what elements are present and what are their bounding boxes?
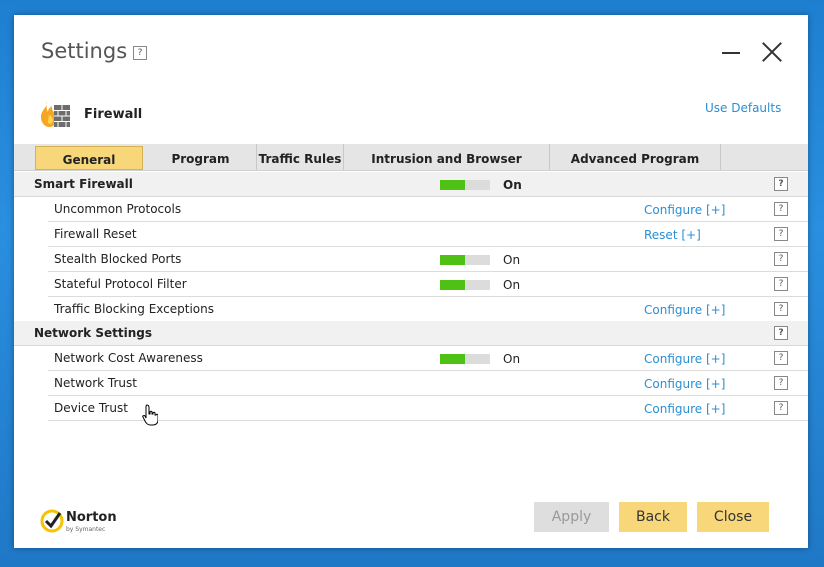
settings-window: Settings ? Firewall Use Defaults General… (14, 15, 808, 548)
help-icon[interactable]: ? (774, 252, 788, 266)
row-label: Stealth Blocked Ports (54, 252, 182, 266)
help-icon[interactable]: ? (774, 326, 788, 340)
section-label: Smart Firewall (34, 177, 133, 191)
hand-cursor-icon (142, 404, 158, 426)
row-traffic-blocking-exceptions: Traffic Blocking Exceptions Configure [+… (48, 297, 808, 322)
stealth-blocked-ports-toggle[interactable] (440, 255, 490, 265)
window-title: Settings (41, 39, 128, 63)
toggle-state: On (503, 178, 522, 192)
toggle-state: On (503, 278, 521, 292)
row-uncommon-protocols: Uncommon Protocols Configure [+] ? (48, 197, 808, 222)
configure-link[interactable]: Configure [+] (644, 303, 725, 317)
section-label: Network Settings (34, 326, 152, 340)
configure-link[interactable]: Configure [+] (644, 377, 725, 391)
reset-link[interactable]: Reset [+] (644, 228, 701, 242)
toggle-fill (440, 255, 465, 265)
help-icon[interactable]: ? (774, 376, 788, 390)
row-label: Firewall Reset (54, 227, 137, 241)
row-label: Network Trust (54, 376, 137, 390)
row-firewall-reset: Firewall Reset Reset [+] ? (48, 222, 808, 247)
toggle-state: On (503, 253, 521, 267)
close-button[interactable]: Close (697, 502, 769, 532)
back-button[interactable]: Back (619, 502, 687, 532)
tab-intrusion-browser-protection[interactable]: Intrusion and Browser Protection (344, 144, 550, 196)
close-window-button[interactable] (761, 41, 783, 63)
help-icon[interactable]: ? (774, 401, 788, 415)
row-label: Network Cost Awareness (54, 351, 203, 365)
configure-link[interactable]: Configure [+] (644, 352, 725, 366)
row-stealth-blocked-ports: Stealth Blocked Ports On ? (48, 247, 808, 272)
tab-general-settings[interactable]: General Settings (35, 146, 143, 193)
network-cost-awareness-toggle[interactable] (440, 354, 490, 364)
toggle-state: On (503, 352, 521, 366)
row-network-cost-awareness: Network Cost Awareness On Configure [+] … (48, 346, 808, 371)
row-network-trust: Network Trust Configure [+] ? (48, 371, 808, 396)
tab-advanced-program-control[interactable]: Advanced Program Control (550, 144, 721, 196)
help-icon[interactable]: ? (774, 302, 788, 316)
help-icon[interactable]: ? (774, 227, 788, 241)
row-label: Stateful Protocol Filter (54, 277, 187, 291)
toggle-fill (440, 180, 465, 190)
toggle-fill (440, 280, 465, 290)
row-label: Traffic Blocking Exceptions (54, 302, 215, 316)
row-label: Uncommon Protocols (54, 202, 182, 216)
configure-link[interactable]: Configure [+] (644, 203, 725, 217)
row-label: Device Trust (54, 401, 128, 415)
stateful-protocol-filter-toggle[interactable] (440, 280, 490, 290)
tab-program-control[interactable]: Program Control (145, 144, 257, 196)
section-network-settings: Network Settings ? (14, 321, 808, 346)
help-icon[interactable]: ? (774, 202, 788, 216)
help-icon[interactable]: ? (774, 277, 788, 291)
minimize-button[interactable] (722, 52, 740, 54)
row-stateful-protocol-filter: Stateful Protocol Filter On ? (48, 272, 808, 297)
configure-link[interactable]: Configure [+] (644, 402, 725, 416)
norton-sub: by Symantec (66, 526, 106, 533)
section-smart-firewall: Smart Firewall On ? (14, 172, 808, 197)
tab-traffic-rules[interactable]: Traffic Rules (257, 144, 344, 170)
help-icon[interactable]: ? (774, 177, 788, 191)
apply-button[interactable]: Apply (534, 502, 609, 532)
title-help-icon[interactable]: ? (133, 46, 147, 60)
firewall-icon (41, 101, 70, 127)
norton-brand: Norton (66, 510, 117, 525)
smart-firewall-toggle[interactable] (440, 180, 490, 190)
row-device-trust: Device Trust Configure [+] ? (48, 396, 808, 421)
norton-logo: Norton by Symantec (40, 507, 130, 537)
use-defaults-link[interactable]: Use Defaults (705, 101, 781, 115)
tab-bar: General Settings Program Control Traffic… (14, 144, 808, 196)
feature-title: Firewall (84, 107, 143, 122)
norton-check-icon (40, 509, 64, 533)
toggle-fill (440, 354, 465, 364)
help-icon[interactable]: ? (774, 351, 788, 365)
